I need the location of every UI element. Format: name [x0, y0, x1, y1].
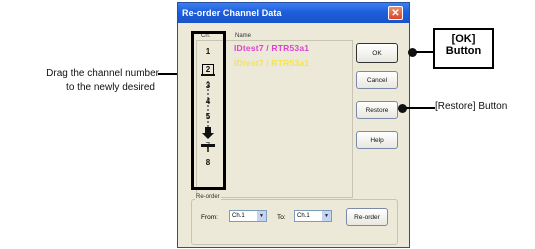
- drag-path-icon: [201, 74, 215, 152]
- reorder-button[interactable]: Re-order: [346, 208, 388, 226]
- ok-button[interactable]: OK: [356, 43, 398, 63]
- channel-number[interactable]: 8: [202, 158, 214, 167]
- chevron-down-icon: ▼: [257, 211, 266, 221]
- help-button[interactable]: Help: [356, 131, 398, 149]
- from-select-value: Ch.1: [232, 213, 245, 219]
- drag-callout-line1: Drag the channel number: [46, 68, 159, 79]
- to-select[interactable]: Ch.1 ▼: [294, 210, 332, 222]
- reorder-channel-dialog: Re-order Channel Data ✕ Ch. Name 1 2 3 4…: [177, 2, 410, 248]
- name-column-header: Name: [234, 33, 253, 39]
- ok-callout-line1: [OK]: [451, 33, 476, 45]
- close-icon[interactable]: ✕: [388, 6, 403, 20]
- ok-callout-line2: Button: [445, 45, 482, 57]
- to-select-value: Ch.1: [297, 213, 310, 219]
- reorder-group-label: Re-order: [195, 194, 221, 200]
- cancel-button[interactable]: Cancel: [356, 71, 398, 89]
- restore-callout-label: [Restore] Button: [435, 101, 508, 112]
- from-select[interactable]: Ch.1 ▼: [229, 210, 267, 222]
- chevron-down-icon: ▼: [322, 211, 331, 221]
- drag-callout-line2: to the newly desired: [66, 82, 155, 93]
- dialog-title: Re-order Channel Data: [178, 3, 409, 23]
- channel-name-row[interactable]: IDtest7 / RTR53a1: [234, 58, 309, 68]
- ok-callout-box: [OK] Button: [433, 28, 494, 69]
- restore-button[interactable]: Restore: [356, 101, 398, 119]
- channel-number[interactable]: 1: [202, 47, 214, 56]
- restore-callout-leader: [406, 107, 435, 109]
- from-label: From:: [201, 214, 218, 221]
- ok-callout-leader: [416, 51, 434, 53]
- channel-name-row[interactable]: IDtest7 / RTR53a1: [234, 43, 309, 53]
- to-label: To:: [277, 214, 286, 221]
